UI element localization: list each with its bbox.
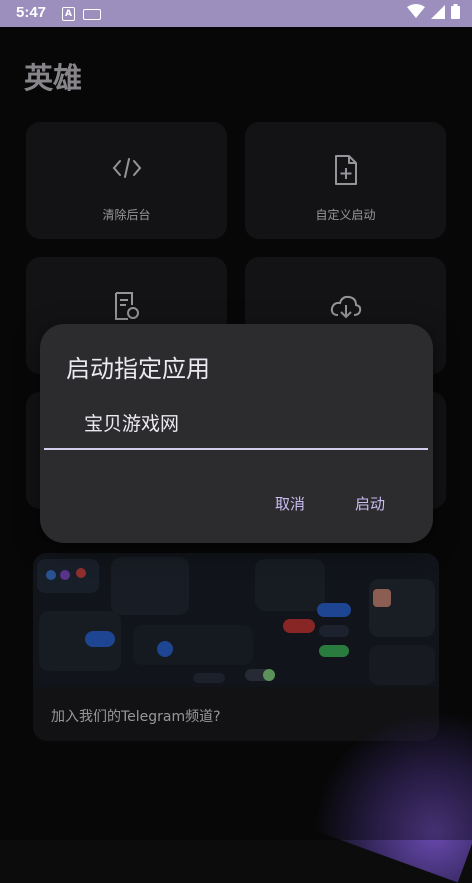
- status-bar: 5:47 A: [0, 0, 472, 27]
- battery-icon: [451, 4, 460, 19]
- launch-app-dialog: 启动指定应用 取消 启动: [40, 324, 433, 543]
- signal-icon: [431, 4, 445, 19]
- notification-a-icon: A: [62, 7, 75, 21]
- status-time: 5:47: [16, 4, 47, 21]
- launch-button[interactable]: 启动: [347, 489, 393, 518]
- app-name-input[interactable]: [44, 396, 428, 450]
- wifi-icon: [407, 4, 425, 18]
- dialog-title: 启动指定应用: [66, 355, 210, 383]
- cancel-button[interactable]: 取消: [267, 489, 313, 518]
- status-icons: [407, 4, 460, 19]
- keyboard-icon: [83, 9, 101, 20]
